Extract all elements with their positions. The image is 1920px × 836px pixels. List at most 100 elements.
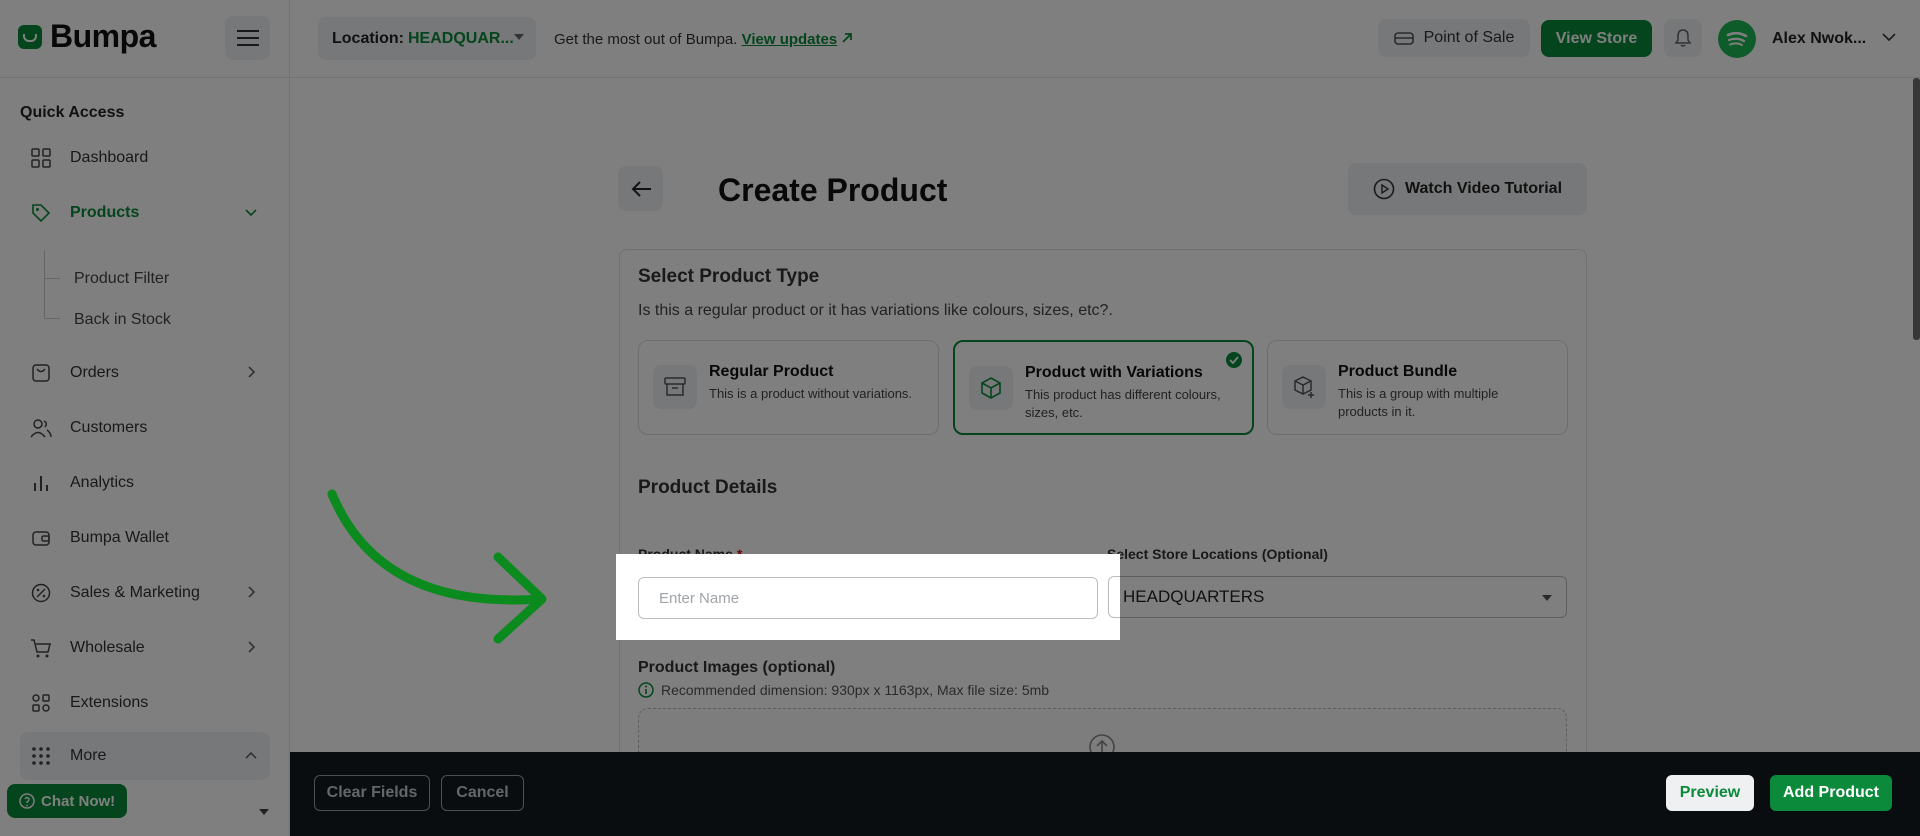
chevron-down-icon (245, 209, 257, 217)
check-circle-icon (1226, 352, 1242, 368)
sidebar-subitem-back-in-stock[interactable]: Back in Stock (74, 311, 171, 329)
highlight-spotlight (616, 554, 1120, 640)
location-selector[interactable]: Location: HEADQUAR... (318, 17, 536, 60)
product-images-hint: Recommended dimension: 930px x 1163px, M… (638, 682, 1049, 698)
sidebar-item-products[interactable]: Products (20, 193, 270, 233)
sidebar-item-analytics[interactable]: Analytics (20, 463, 270, 503)
back-button[interactable] (618, 166, 663, 211)
sidebar-item-label: Wholesale (70, 639, 145, 656)
sidebar-item-label: Sales & Marketing (70, 584, 200, 601)
store-locations-label: Select Store Locations (Optional) (1107, 546, 1328, 562)
bar-chart-icon (30, 472, 52, 494)
type-desc: This is a group with multiple products i… (1338, 386, 1499, 419)
watch-video-tutorial-button[interactable]: Watch Video Tutorial (1348, 163, 1587, 215)
page-title: Create Product (718, 172, 948, 208)
product-type-bundle[interactable]: Product Bundle This is a group with mult… (1267, 340, 1568, 435)
tree-line (44, 250, 45, 318)
updates-banner: Get the most out of Bumpa. View updates (554, 31, 853, 48)
brand-name: Bumpa (50, 18, 156, 54)
tree-branch (44, 278, 60, 279)
chevron-up-icon (245, 751, 257, 759)
bumpa-logo-icon (18, 24, 42, 49)
sidebar-item-wholesale[interactable]: Wholesale (20, 628, 270, 668)
play-circle-icon (1373, 178, 1395, 200)
quick-access-title: Quick Access (20, 104, 125, 121)
user-name[interactable]: Alex Nwok... (1772, 30, 1866, 48)
sidebar-item-label: Products (70, 204, 140, 221)
caret-down-icon (514, 34, 524, 40)
help-circle-icon (19, 793, 35, 809)
archive-box-icon (653, 365, 697, 409)
sidebar-item-label: Analytics (70, 474, 135, 491)
sidebar-item-dashboard[interactable]: Dashboard (20, 138, 270, 178)
preview-button[interactable]: Preview (1666, 775, 1754, 811)
puzzle-icon (30, 692, 52, 714)
sidebar: Quick Access Dashboard Products Product … (0, 78, 289, 836)
chevron-right-icon (248, 366, 256, 378)
notifications-button[interactable] (1664, 19, 1702, 57)
product-details-title: Product Details (638, 477, 778, 498)
chevron-right-icon (248, 586, 256, 598)
type-title: Product with Variations (1025, 364, 1203, 381)
caret-down-icon (1542, 595, 1552, 601)
user-avatar[interactable] (1718, 20, 1756, 58)
sidebar-item-extensions[interactable]: Extensions (20, 683, 270, 723)
sidebar-item-orders[interactable]: Orders (20, 353, 270, 393)
chat-now-button[interactable]: Chat Now! (7, 784, 128, 818)
users-icon (30, 417, 52, 439)
spotify-logo-icon (1726, 31, 1748, 46)
wallet-icon (30, 527, 52, 549)
sidebar-divider (289, 0, 290, 836)
type-title: Regular Product (709, 363, 834, 380)
sidebar-item-label: Customers (70, 419, 148, 436)
type-desc: This product has different colours, size… (1025, 387, 1221, 420)
updates-text: Get the most out of Bumpa. (554, 31, 738, 48)
top-header: Bumpa Location: HEADQUAR... Get the most… (0, 0, 1920, 78)
point-of-sale-button[interactable]: Point of Sale (1378, 19, 1530, 57)
cube-icon (969, 366, 1013, 410)
product-type-title: Select Product Type (638, 266, 820, 287)
sidebar-item-more[interactable]: More (20, 732, 270, 780)
external-link-icon (842, 33, 853, 43)
store-locations-select-edge (1108, 576, 1120, 618)
sidebar-item-label: More (70, 747, 107, 764)
add-product-button[interactable]: Add Product (1770, 775, 1892, 811)
sidebar-item-bumpa-wallet[interactable]: Bumpa Wallet (20, 518, 270, 558)
sidebar-item-label: Orders (70, 364, 119, 381)
images-hint-text: Recommended dimension: 930px x 1163px, M… (661, 682, 1050, 698)
sidebar-item-label: Bumpa Wallet (70, 529, 169, 546)
brand-logo[interactable]: Bumpa (18, 18, 156, 55)
chevron-down-icon[interactable] (1880, 26, 1898, 48)
sidebar-item-customers[interactable]: Customers (20, 408, 270, 448)
bag-icon (30, 362, 52, 384)
product-images-label: Product Images (optional) (638, 659, 836, 676)
product-type-regular[interactable]: Regular Product This is a product withou… (638, 340, 939, 435)
menu-toggle-button[interactable] (225, 16, 270, 60)
caret-down-icon[interactable] (258, 808, 270, 816)
store-locations-select[interactable]: HEADQUARTERS (1107, 576, 1567, 618)
pos-icon (1393, 32, 1414, 45)
dots-grid-icon (30, 745, 52, 767)
arrow-left-icon (631, 180, 651, 197)
bundle-icon (1282, 365, 1326, 409)
clear-fields-button[interactable]: Clear Fields (314, 775, 430, 811)
product-type-variations[interactable]: Product with Variations This product has… (953, 340, 1254, 435)
view-updates-link[interactable]: View updates (742, 31, 838, 48)
percent-icon (30, 582, 52, 604)
location-value: HEADQUAR... (408, 29, 514, 47)
sidebar-item-label: Dashboard (70, 149, 149, 166)
sidebar-subitem-product-filter[interactable]: Product Filter (74, 270, 169, 288)
location-label: Location: (332, 29, 404, 47)
chevron-right-icon (248, 641, 256, 653)
product-name-input[interactable] (638, 577, 1098, 619)
view-store-button[interactable]: View Store (1541, 20, 1652, 57)
product-type-subtitle: Is this a regular product or it has vari… (638, 302, 1113, 319)
tree-branch (44, 318, 60, 319)
sidebar-item-sales-marketing[interactable]: Sales & Marketing (20, 573, 270, 613)
type-desc: This is a product without variations. (709, 386, 913, 401)
type-title: Product Bundle (1338, 363, 1458, 380)
store-locations-value: HEADQUARTERS (1123, 587, 1265, 606)
chat-label: Chat Now! (41, 792, 116, 810)
cancel-button[interactable]: Cancel (441, 775, 524, 811)
page-scrollbar[interactable] (1913, 78, 1920, 340)
